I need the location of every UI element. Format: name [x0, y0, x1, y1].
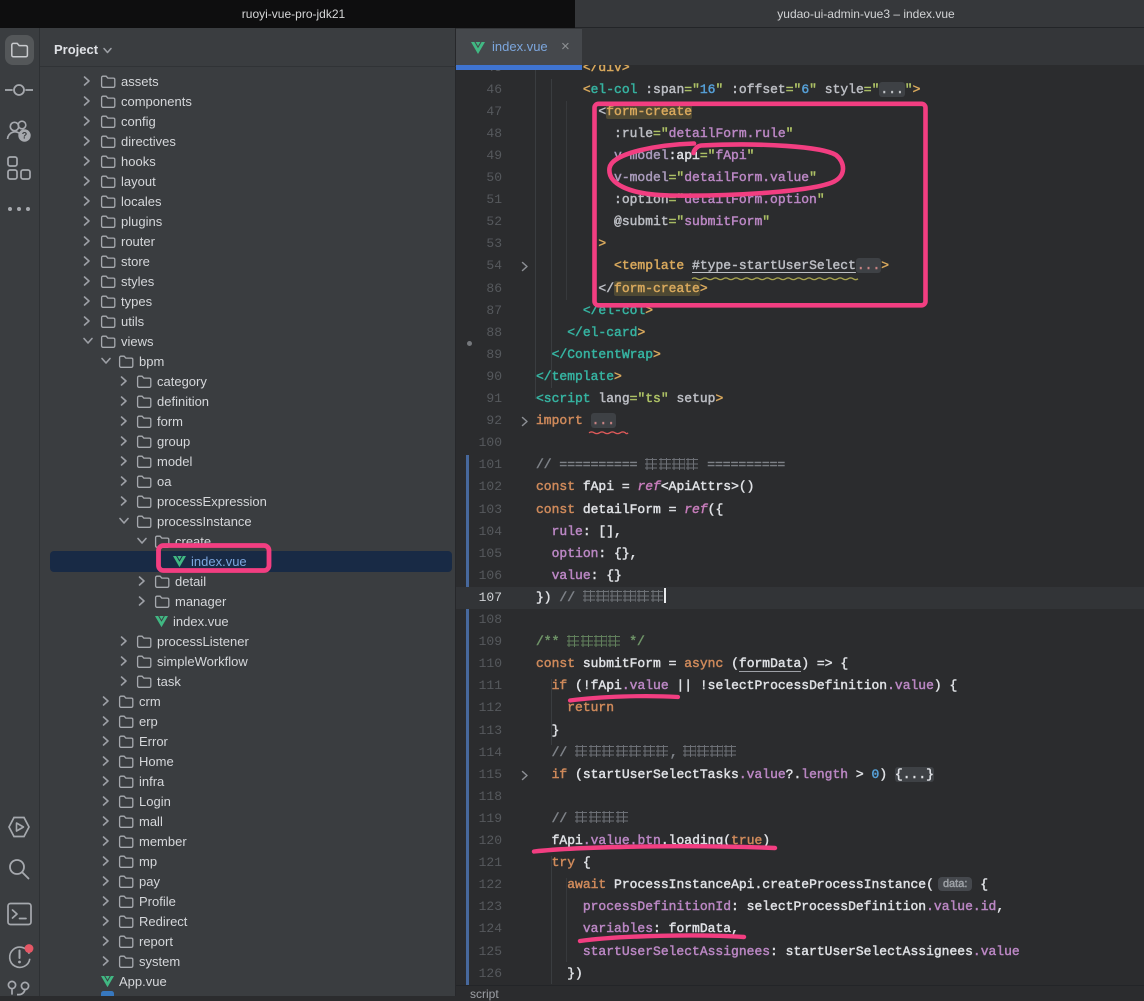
svg-text:?: ?: [22, 131, 28, 141]
